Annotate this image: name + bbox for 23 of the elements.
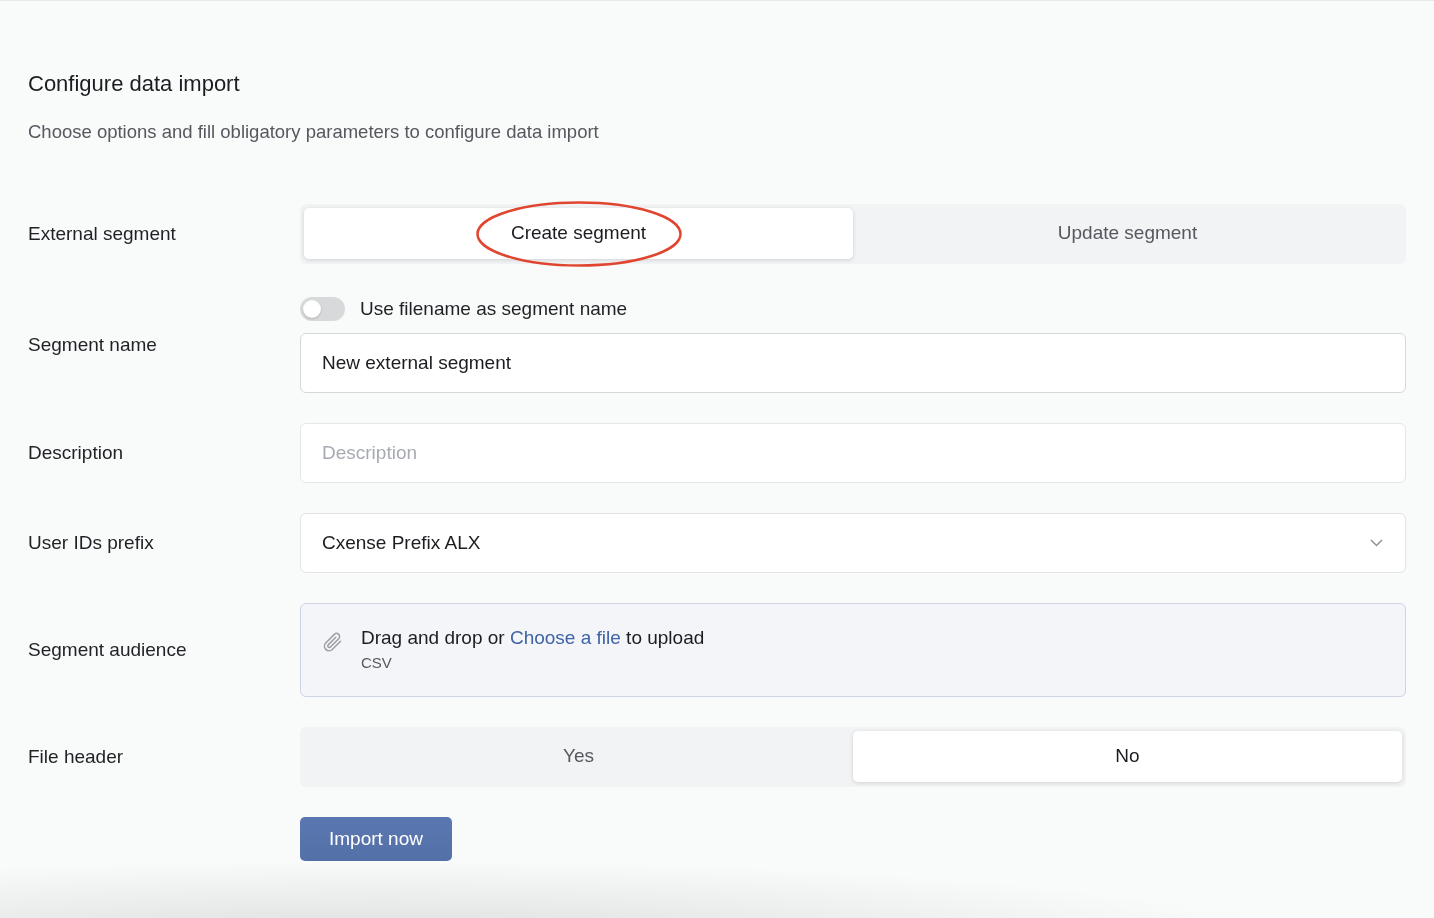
segment-tab[interactable]: No xyxy=(853,731,1402,782)
segment-tab[interactable]: Update segment xyxy=(853,208,1402,259)
toggle-label: Use filename as segment name xyxy=(360,297,628,321)
page-subtitle: Choose options and fill obligatory parameters to configure data import xyxy=(28,121,600,143)
chevron-down-icon xyxy=(1370,539,1383,547)
field-label: External segment xyxy=(28,222,177,246)
upload-instructions: Drag and drop or Choose a file to upload xyxy=(361,626,705,650)
page-title: Configure data import xyxy=(28,71,241,97)
text-input[interactable]: New external segment xyxy=(300,333,1406,393)
choose-file-link[interactable]: Choose a file xyxy=(509,627,621,648)
toggle-switch[interactable] xyxy=(300,297,345,321)
file-drop-zone[interactable]: Drag and drop or Choose a file to upload CSV xyxy=(300,603,1406,697)
field-label: Segment name xyxy=(28,333,158,357)
field-label: User IDs prefix xyxy=(28,531,155,555)
import-button[interactable]: Import now xyxy=(300,817,452,861)
text-input[interactable]: Description xyxy=(300,423,1406,483)
segment-tab[interactable]: Yes xyxy=(304,731,853,782)
paperclip-icon xyxy=(321,631,343,653)
field-label: Description xyxy=(28,441,125,465)
field-label: Segment audience xyxy=(28,638,188,662)
file-type-hint: CSV xyxy=(361,654,393,672)
field-label: File header xyxy=(28,745,125,769)
select-field[interactable]: Cxense Prefix ALX xyxy=(300,513,1406,573)
